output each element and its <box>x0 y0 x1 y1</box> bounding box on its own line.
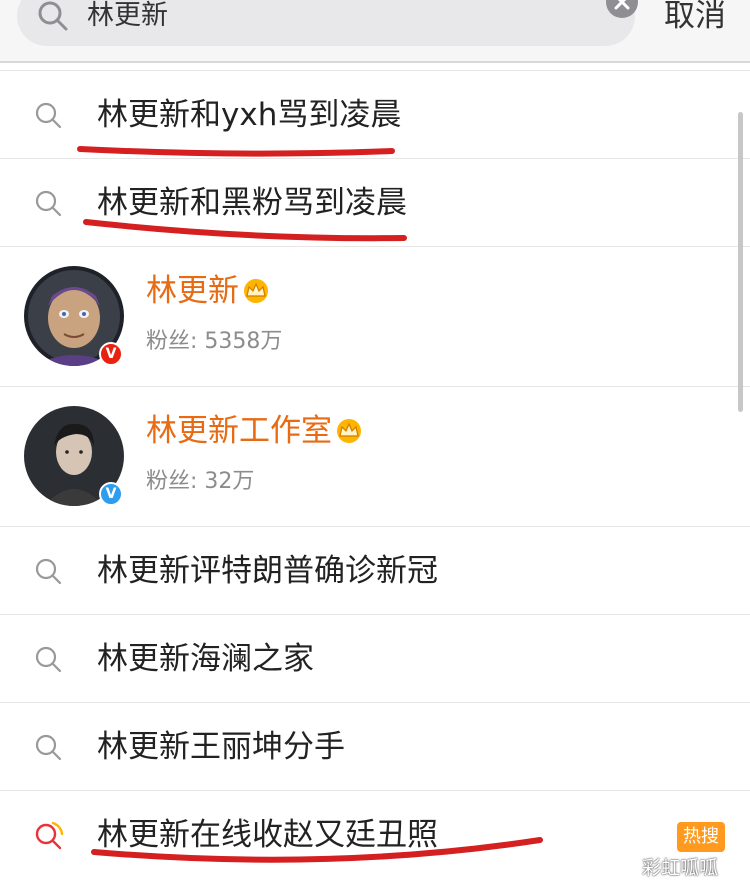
cancel-button[interactable]: 取消 <box>664 0 726 35</box>
crown-icon <box>334 416 364 452</box>
search-header: 林更新 取消 <box>0 0 750 62</box>
suggestion-item[interactable]: 林更新王丽坤分手 <box>0 702 750 790</box>
header-divider <box>0 61 750 63</box>
hot-search-badge: 热搜 <box>677 822 725 852</box>
suggestion-item[interactable]: 林更新在线收赵又廷丑照 热搜 <box>0 790 750 878</box>
user-result[interactable]: V 林更新工作室 粉丝: 32万 <box>0 386 750 526</box>
verified-badge-icon: V <box>99 342 123 366</box>
crown-icon <box>241 276 271 312</box>
search-icon <box>34 733 62 765</box>
suggestion-item[interactable]: 林更新评特朗普确诊新冠 <box>0 526 750 614</box>
watermark: 彩虹呱呱 <box>642 857 719 879</box>
suggestion-text: 林更新和黑粉骂到凌晨 <box>97 185 407 221</box>
verified-badge-icon: V <box>99 482 123 506</box>
clear-icon[interactable] <box>606 0 638 18</box>
suggestion-text: 林更新在线收赵又廷丑照 <box>97 817 438 853</box>
username: 林更新 <box>146 273 271 312</box>
fan-count: 粉丝: 5358万 <box>146 329 283 354</box>
search-icon <box>37 0 69 36</box>
search-input[interactable]: 林更新 <box>17 0 638 46</box>
suggestion-item[interactable]: 林更新和黑粉骂到凌晨 <box>0 158 750 246</box>
suggestion-item[interactable]: 林更新海澜之家 <box>0 614 750 702</box>
scrollbar[interactable] <box>738 112 743 412</box>
search-icon <box>34 189 62 221</box>
search-suggestion-list: 林更新和yxh骂到凌晨 林更新和黑粉骂到凌晨 V 林更新 粉丝: 5358万 V… <box>0 70 750 878</box>
user-result[interactable]: V 林更新 粉丝: 5358万 <box>0 246 750 386</box>
suggestion-item[interactable]: 林更新和yxh骂到凌晨 <box>0 70 750 158</box>
search-icon <box>34 101 62 133</box>
fan-count: 粉丝: 32万 <box>146 469 255 494</box>
search-icon <box>34 557 62 589</box>
suggestion-text: 林更新和yxh骂到凌晨 <box>97 97 402 133</box>
search-icon <box>34 645 62 677</box>
suggestion-text: 林更新海澜之家 <box>97 641 314 677</box>
search-query-text: 林更新 <box>87 0 168 31</box>
suggestion-text: 林更新王丽坤分手 <box>97 729 345 765</box>
hot-search-icon <box>34 821 64 855</box>
suggestion-text: 林更新评特朗普确诊新冠 <box>97 553 438 589</box>
username: 林更新工作室 <box>146 413 364 452</box>
